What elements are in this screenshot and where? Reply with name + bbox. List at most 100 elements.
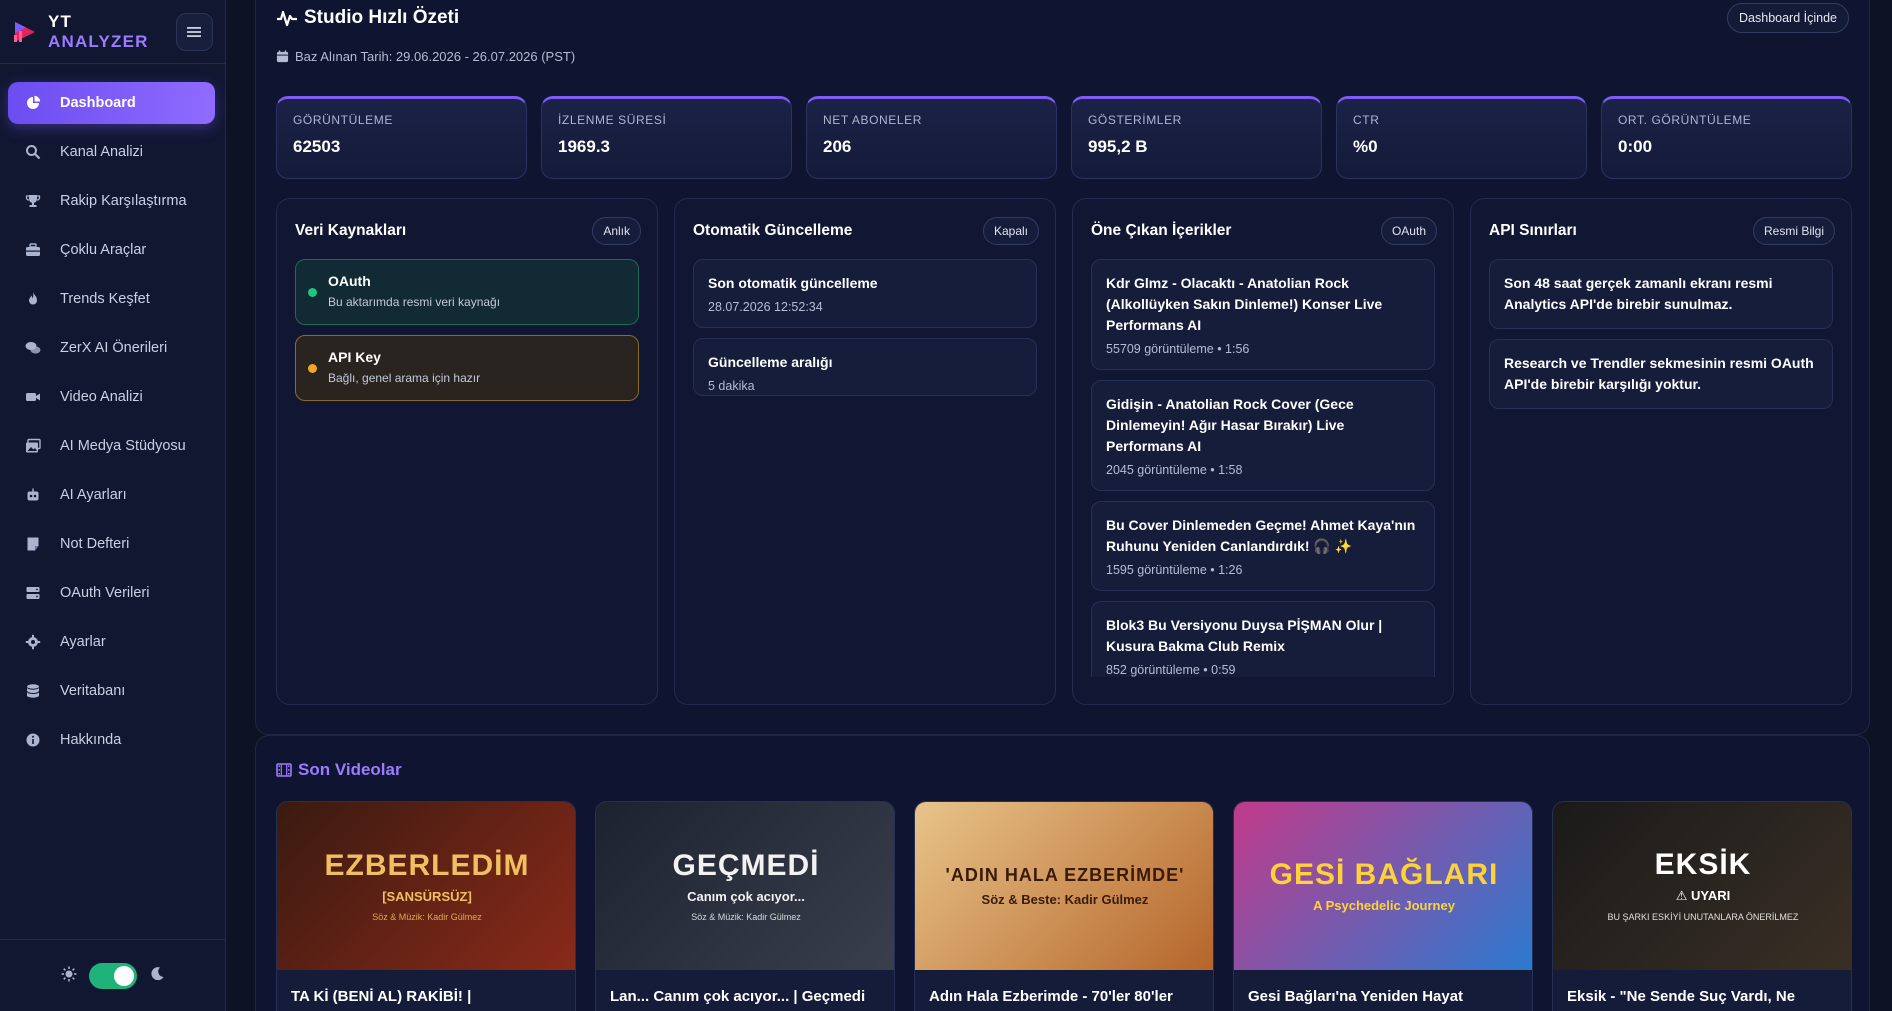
sidebar-item-trends[interactable]: Trends Keşfet [8,278,215,320]
stat-label: GÖSTERİMLER [1088,113,1182,127]
sidebar-item-ayarlar[interactable]: Ayarlar [8,621,215,663]
trophy-icon [24,192,42,210]
gear-icon [24,633,42,651]
stat-card: GÖSTERİMLER 995,2 B [1071,96,1322,179]
stat-label: ORT. GÖRÜNTÜLEME [1618,113,1752,127]
brand-bar: YT ANALYZER [0,0,225,64]
database-icon [24,682,42,700]
item-title: Bu Cover Dinlemeden Geçme! Ahmet Kaya'nı… [1106,517,1416,554]
video-thumbnail[interactable]: GESİ BAĞLARI A Psychedelic Journey [1234,802,1532,970]
status-pill[interactable]: Kapalı [982,217,1039,245]
item-title: Kdr Glmz - Olacaktı - Anatolian Rock (Al… [1106,275,1383,333]
thumbnail-subtitle: Söz & Beste: Kadir Gülmez [981,891,1149,907]
video-thumbnail[interactable]: EZBERLEDİM [SANSÜRSÜZ] Söz & Müzik: Kadir … [277,802,575,970]
video-card[interactable]: 'ADIN HALA EZBERİMDE' Söz & Beste: Kadir … [914,801,1214,1011]
film-icon [276,763,292,777]
stat-value: 0:00 [1618,137,1653,156]
source-api-key[interactable]: API Key Bağlı, genel arama için hazır [295,335,639,401]
data-sources-card: Veri Kaynakları Anlık OAuth Bu aktarımda… [276,198,658,705]
sidebar-item-label: Dashboard [60,95,136,111]
sidebar-nav: Dashboard Kanal Analizi Rakip Karşılaştı… [0,64,225,761]
video-thumbnail[interactable]: GEÇMEDİ Canım çok acıyor... Söz & Müzik: K… [596,802,894,970]
stat-value: 995,2 B [1088,137,1148,156]
item-subtitle: 55709 görüntüleme • 1:56 [1106,342,1250,356]
video-title[interactable]: TA Kİ (BENİ AL) RAKİBİ! | [277,970,575,1005]
menu-toggle-button[interactable] [175,12,213,51]
video-card[interactable]: GEÇMEDİ Canım çok acıyor... Söz & Müzik: K… [595,801,895,1011]
video-thumbnail[interactable]: EKSİK ⚠ UYARI BU ŞARKI ESKİYİ UNUTANLARA Ö… [1553,802,1851,970]
sidebar-item-not-defteri[interactable]: Not Defteri [8,523,215,565]
thumbnail-title: GESİ BAĞLARI [1269,857,1499,891]
pulse-icon [277,10,297,27]
video-title[interactable]: Adın Hala Ezberimde - 70'ler 80'ler [915,970,1213,1005]
page-title-text: Studio Hızlı Özeti [304,7,460,28]
sidebar-item-ai-ayarlari[interactable]: AI Ayarları [8,474,215,516]
status-pill[interactable]: OAuth [1380,217,1437,245]
video-card[interactable]: EKSİK ⚠ UYARI BU ŞARKI ESKİYİ UNUTANLARA Ö… [1552,801,1852,1011]
list-item[interactable]: Gidişin - Anatolian Rock Cover (Gece Din… [1091,380,1435,491]
card-title: API Sınırları [1489,222,1577,239]
video-grid: EZBERLEDİM [SANSÜRSÜZ] Söz & Müzik: Kadir … [276,801,1852,1011]
thumbnail-credit: BU ŞARKI ESKİYİ UNUTANLARA ÖNERİLMEZ [1607,912,1799,922]
sidebar-item-label: AI Ayarları [60,487,127,503]
sidebar-item-rakip[interactable]: Rakip Karşılaştırma [8,180,215,222]
highlights-list[interactable]: Kdr Glmz - Olacaktı - Anatolian Rock (Al… [1073,245,1453,677]
item-subtitle: 28.07.2026 12:52:34 [708,300,823,314]
thumbnail-title: GEÇMEDİ [672,848,820,882]
sidebar-item-kanal-analizi[interactable]: Kanal Analizi [8,131,215,173]
theme-toggle[interactable] [89,962,137,989]
thumbnail-title: EZBERLEDİM [324,848,530,882]
app-title: YT ANALYZER [48,11,149,51]
highlights-card: Öne Çıkan İçerikler OAuth Kdr Glmz - Ola… [1072,198,1454,705]
sidebar-item-hakkinda[interactable]: Hakkında [8,719,215,761]
date-range: Baz Alınan Tarih: 29.06.2026 - 26.07.202… [276,49,575,64]
sidebar: YT ANALYZER Dashboard Kanal Analizi Raki… [0,0,226,1011]
sun-icon[interactable] [61,966,77,985]
theme-switcher [0,939,226,1011]
thumbnail-subtitle: ⚠ UYARI [1675,888,1731,903]
item-subtitle: 852 görüntüleme • 0:59 [1106,663,1236,677]
sidebar-item-dashboard[interactable]: Dashboard [8,82,215,124]
toolbox-icon [24,241,42,259]
card-title: Otomatik Güncelleme [693,222,853,239]
sidebar-item-video-analizi[interactable]: Video Analizi [8,376,215,418]
item-title: Gidişin - Anatolian Rock Cover (Gece Din… [1106,396,1354,454]
list-item: Research ve Trendler sekmesinin resmi OA… [1489,339,1833,409]
sidebar-item-label: Veritabanı [60,683,126,699]
video-card[interactable]: GESİ BAĞLARI A Psychedelic Journey Gesi Ba… [1233,801,1533,1011]
dashboard-badge[interactable]: Dashboard İçinde [1727,3,1849,33]
video-thumbnail[interactable]: 'ADIN HALA EZBERİMDE' Söz & Beste: Kadir … [915,802,1213,970]
sidebar-item-zerx-ai[interactable]: ZerX AI Önerileri [8,327,215,369]
status-dot [308,364,317,373]
video-title[interactable]: Eksik - "Ne Sende Suç Vardı, Ne [1553,970,1851,1005]
stat-label: CTR [1353,113,1380,127]
thumbnail-credit: Söz & Müzik: Kadir Gülmez [372,911,482,922]
stat-value: 206 [823,137,852,156]
section-title-text: Son Videolar [298,760,402,779]
stat-card: NET ABONELER 206 [806,96,1057,179]
chat-icon [24,339,42,357]
source-oauth[interactable]: OAuth Bu aktarımda resmi veri kaynağı [295,259,639,325]
calendar-icon [276,50,289,63]
video-title[interactable]: Lan... Canım çok acıyor... | Geçmedi [596,970,894,1005]
stat-value: 1969.3 [558,137,610,156]
list-item[interactable]: Blok3 Bu Versiyonu Duysa PİŞMAN Olur | K… [1091,601,1435,677]
sidebar-item-veritabani[interactable]: Veritabanı [8,670,215,712]
item-title: Güncelleme aralığı [708,354,833,370]
app-logo-icon[interactable] [12,19,38,45]
status-pill[interactable]: Anlık [592,217,641,245]
thumbnail-title: 'ADIN HALA EZBERİMDE' [945,864,1185,885]
sidebar-item-coklu-araclar[interactable]: Çoklu Araçlar [8,229,215,271]
video-icon [24,388,42,406]
source-subtitle: Bağlı, genel arama için hazır [328,371,481,385]
sidebar-item-ai-medya[interactable]: AI Medya Stüdyosu [8,425,215,467]
list-item[interactable]: Kdr Glmz - Olacaktı - Anatolian Rock (Al… [1091,259,1435,370]
moon-icon[interactable] [149,966,165,985]
list-item: Son 48 saat gerçek zamanlı ekranı resmi … [1489,259,1833,329]
video-title[interactable]: Gesi Bağları'na Yeniden Hayat [1234,970,1532,1005]
sidebar-item-oauth-verileri[interactable]: OAuth Verileri [8,572,215,614]
sidebar-item-label: ZerX AI Önerileri [60,340,168,356]
status-pill[interactable]: Resmi Bilgi [1752,217,1835,245]
list-item[interactable]: Bu Cover Dinlemeden Geçme! Ahmet Kaya'nı… [1091,501,1435,591]
video-card[interactable]: EZBERLEDİM [SANSÜRSÜZ] Söz & Müzik: Kadir … [276,801,576,1011]
